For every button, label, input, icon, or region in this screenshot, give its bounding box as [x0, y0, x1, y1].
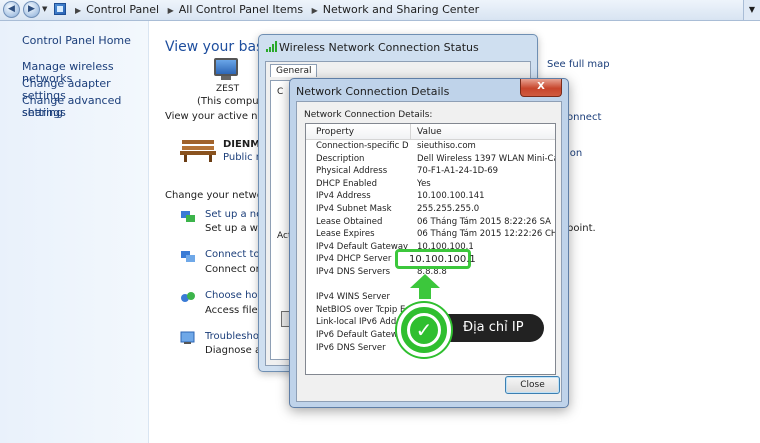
bench-network-icon [180, 140, 216, 162]
row-property: Connection-specific DN... [316, 141, 409, 151]
row-value: Dell Wireless 1397 WLAN Mini-Card [417, 153, 556, 164]
row-property: IPv6 Default Gateway [316, 330, 409, 340]
row-value: 06 Tháng Tám 2015 12:22:26 CH [417, 229, 556, 240]
connection-link-fragment[interactable]: ion [567, 148, 582, 159]
control-panel-icon [54, 3, 66, 15]
breadcrumb-separator-icon: ▶ [311, 6, 318, 15]
row-value: 70-F1-A1-24-1D-69 [417, 166, 499, 177]
row-property: IPv4 WINS Server [316, 292, 391, 303]
status-connection-label: C [277, 87, 284, 97]
close-button[interactable]: Close [505, 376, 560, 394]
setup-connection-icon [181, 211, 195, 222]
check-ring: ✓ [407, 313, 441, 347]
breadcrumb-separator-icon: ▶ [75, 6, 82, 15]
check-badge: ✓ [397, 303, 451, 357]
row-property: NetBIOS over Tcpip En... [316, 304, 409, 315]
row-property: Description [316, 153, 365, 164]
ip-highlight-box: 10.100.100.1 [395, 249, 476, 269]
row-property: IPv4 DNS Servers [316, 267, 391, 277]
connect-network-icon [181, 251, 195, 262]
list-header: Property Value [306, 124, 555, 140]
column-header-value[interactable]: Value [417, 127, 442, 137]
close-icon[interactable]: X [520, 79, 562, 97]
address-dropdown-icon[interactable]: ▼ [743, 0, 760, 20]
table-row[interactable]: Connection-specific DN... sieuthiso.com [306, 141, 555, 153]
pointer-arrow-icon [410, 274, 440, 288]
table-row[interactable]: IPv4 Subnet Mask 255.255.255.0 [306, 204, 555, 216]
table-row[interactable]: Lease Obtained 06 Tháng Tám 2015 8:22:26 … [306, 217, 555, 229]
row-value: 255.255.255.0 [417, 204, 480, 214]
back-button[interactable]: ◀ [3, 1, 20, 18]
breadcrumb-control-panel[interactable]: Control Panel [86, 3, 159, 16]
column-divider[interactable] [410, 124, 411, 139]
row-property: IPv4 Address [316, 191, 371, 202]
status-window-title: Wireless Network Connection Status [279, 41, 479, 54]
description-fragment: point. [567, 223, 596, 234]
row-property: Lease Expires [316, 229, 375, 240]
pointer-arrow-stem [419, 287, 431, 299]
breadcrumb-network-center[interactable]: Network and Sharing Center [323, 3, 479, 16]
history-dropdown-icon[interactable]: ▼ [42, 5, 47, 13]
forward-button[interactable]: ▶ [23, 1, 40, 18]
computer-icon [214, 58, 238, 80]
table-row[interactable]: DHCP Enabled Yes [306, 179, 555, 191]
row-property: Lease Obtained [316, 216, 383, 227]
column-header-property[interactable]: Property [316, 127, 354, 137]
row-property: IPv4 Subnet Mask [316, 204, 392, 214]
row-property: IPv6 DNS Server [316, 342, 386, 353]
row-value: 06 Tháng Tám 2015 8:22:26 SA [417, 216, 551, 227]
breadcrumb: ▶ Control Panel ▶ All Control Panel Items … [70, 3, 479, 16]
ip-address-badge: Địa chỉ IP [443, 314, 544, 342]
breadcrumb-separator-icon: ▶ [167, 6, 174, 15]
see-full-map-link[interactable]: See full map [547, 59, 610, 70]
checkmark-icon: ✓ [415, 318, 433, 342]
control-panel-home-link[interactable]: Control Panel Home [22, 35, 131, 47]
row-property: Link-local IPv6 Address [316, 317, 409, 328]
row-value: sieuthiso.com [417, 141, 476, 151]
address-bar: ◀ ▶ ▼ ▶ Control Panel ▶ All Control Panel … [0, 0, 760, 21]
breadcrumb-all-items[interactable]: All Control Panel Items [179, 3, 303, 16]
table-row[interactable]: Description Dell Wireless 1397 WLAN Mini-… [306, 154, 555, 166]
wifi-signal-icon [266, 41, 277, 52]
row-value: Yes [417, 178, 431, 189]
homegroup-icon [181, 292, 195, 302]
troubleshoot-icon [180, 331, 195, 344]
change-sharing-link-cont[interactable]: settings [22, 107, 66, 119]
computer-name: ZEST [216, 84, 240, 94]
forward-arrow-icon: ▶ [28, 4, 35, 14]
table-row[interactable]: IPv4 Address 10.100.100.141 [306, 191, 555, 203]
connect-link-fragment[interactable]: onnect [567, 112, 601, 123]
tab-general[interactable]: General [270, 64, 318, 77]
details-dialog-title: Network Connection Details [296, 85, 450, 98]
connection-details-dialog: Network Connection Details X Network Con… [289, 78, 569, 408]
row-value: 10.100.100.141 [417, 191, 485, 202]
table-row[interactable]: Physical Address 70-F1-A1-24-1D-69 [306, 166, 555, 178]
row-property: Physical Address [316, 166, 388, 177]
details-label: Network Connection Details: [304, 110, 433, 120]
dhcp-server-value: 10.100.100.1 [409, 254, 476, 265]
row-property: DHCP Enabled [316, 178, 378, 189]
badge-text: Địa chỉ IP [463, 320, 524, 335]
table-row[interactable]: Lease Expires 06 Tháng Tám 2015 12:22:26 … [306, 229, 555, 241]
left-task-pane: Control Panel Home Manage wireless netwo… [0, 21, 149, 443]
back-arrow-icon: ◀ [8, 4, 15, 14]
